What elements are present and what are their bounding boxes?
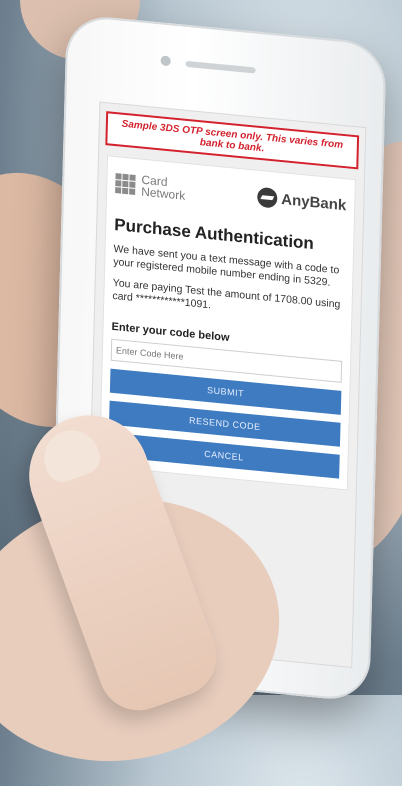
bank-name: AnyBank [281, 190, 347, 214]
camera-icon [160, 55, 171, 67]
grid-icon [115, 173, 136, 195]
card-network-logo: Card Network [115, 171, 186, 203]
bank-logo: AnyBank [257, 186, 347, 216]
bank-logo-icon [257, 186, 278, 209]
logo-row: Card Network AnyBank [115, 165, 347, 223]
fingernail [36, 422, 105, 487]
network-label-line2: Network [141, 184, 186, 203]
